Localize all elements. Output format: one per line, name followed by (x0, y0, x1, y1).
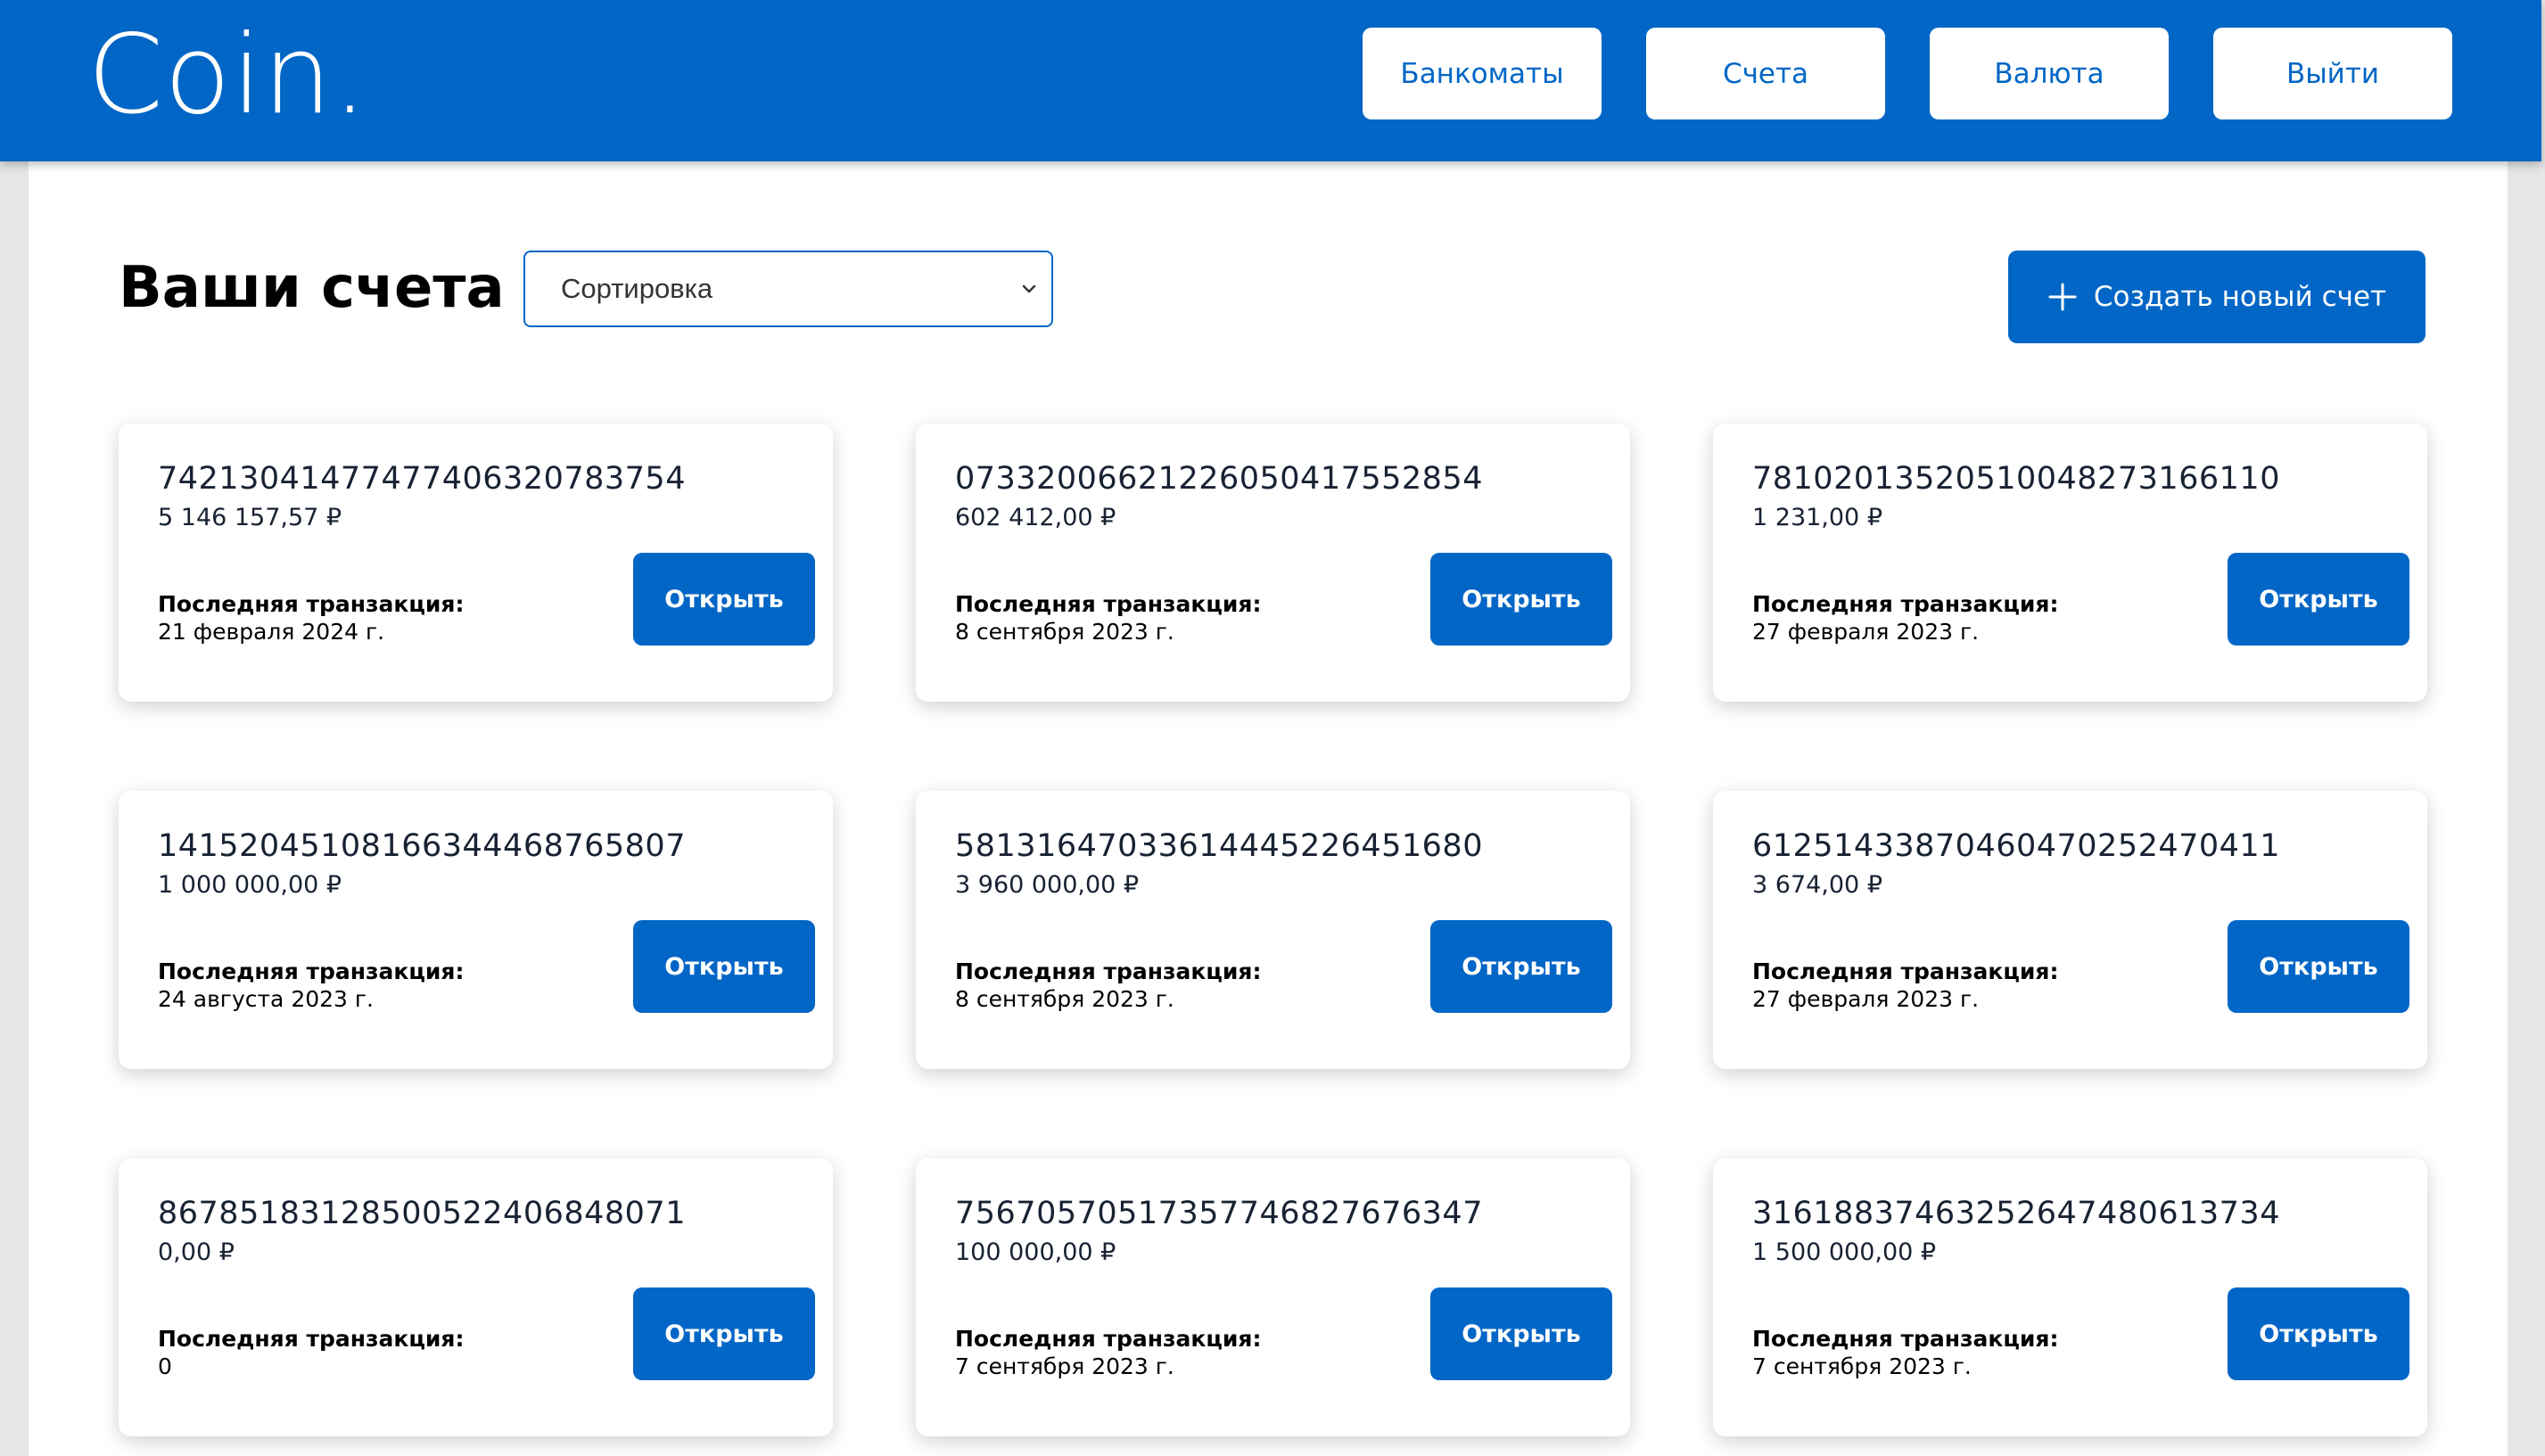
last-transaction-label: Последняя транзакция: (1752, 591, 2059, 617)
account-card: 31618837463252647480613734 1 500 000,00 … (1713, 1158, 2427, 1436)
last-transaction-date: 8 сентября 2023 г. (955, 619, 1174, 645)
open-account-button[interactable]: Открыть (633, 553, 815, 646)
account-balance: 1 231,00 ₽ (1752, 504, 1882, 531)
account-balance: 3 960 000,00 ₽ (955, 871, 1140, 899)
last-transaction-date: 0 (158, 1353, 172, 1379)
logo: Coin. (87, 12, 368, 138)
account-card: 78102013520510048273166110 1 231,00 ₽ По… (1713, 424, 2427, 702)
account-balance: 1 000 000,00 ₽ (158, 871, 342, 899)
account-balance: 0,00 ₽ (158, 1238, 235, 1266)
account-balance: 1 500 000,00 ₽ (1752, 1238, 1937, 1266)
top-header: Coin. Банкоматы Счета Валюта Выйти (0, 0, 2541, 161)
chevron-down-icon (1022, 284, 1036, 293)
account-number: 07332006621226050417552854 (955, 461, 1483, 497)
account-card: 14152045108166344468765807 1 000 000,00 … (119, 791, 833, 1069)
account-card: 74213041477477406320783754 5 146 157,57 … (119, 424, 833, 702)
open-account-button[interactable]: Открыть (2228, 553, 2409, 646)
last-transaction-label: Последняя транзакция: (1752, 958, 2059, 984)
last-transaction-date: 7 сентября 2023 г. (955, 1353, 1174, 1379)
open-account-button[interactable]: Открыть (1430, 553, 1612, 646)
open-account-button[interactable]: Открыть (633, 920, 815, 1013)
sort-select[interactable]: Сортировка (523, 251, 1053, 327)
last-transaction-label: Последняя транзакция: (955, 1326, 1262, 1352)
open-account-button[interactable]: Открыть (2228, 1287, 2409, 1380)
open-account-button[interactable]: Открыть (633, 1287, 815, 1380)
account-number: 61251433870460470252470411 (1752, 828, 2280, 864)
open-account-button[interactable]: Открыть (1430, 1287, 1612, 1380)
account-card: 07332006621226050417552854 602 412,00 ₽ … (916, 424, 1630, 702)
open-account-button[interactable]: Открыть (1430, 920, 1612, 1013)
page-title: Ваши счета (119, 255, 505, 321)
last-transaction-label: Последняя транзакция: (158, 591, 465, 617)
last-transaction-date: 27 февраля 2023 г. (1752, 986, 1980, 1012)
last-transaction-date: 8 сентября 2023 г. (955, 986, 1174, 1012)
account-card: 86785183128500522406848071 0,00 ₽ Послед… (119, 1158, 833, 1436)
account-balance: 5 146 157,57 ₽ (158, 504, 342, 531)
last-transaction-label: Последняя транзакция: (955, 591, 1262, 617)
account-number: 14152045108166344468765807 (158, 828, 686, 864)
sort-select-value: Сортировка (561, 273, 713, 304)
account-card: 75670570517357746827676347 100 000,00 ₽ … (916, 1158, 1630, 1436)
last-transaction-label: Последняя транзакция: (158, 1326, 465, 1352)
account-balance: 602 412,00 ₽ (955, 504, 1116, 531)
nav-accounts-button[interactable]: Счета (1646, 28, 1885, 119)
last-transaction-date: 24 августа 2023 г. (158, 986, 374, 1012)
account-balance: 3 674,00 ₽ (1752, 871, 1882, 899)
account-number: 74213041477477406320783754 (158, 461, 686, 497)
account-number: 58131647033614445226451680 (955, 828, 1483, 864)
last-transaction-label: Последняя транзакция: (955, 958, 1262, 984)
create-account-button[interactable]: Создать новый счет (2008, 251, 2426, 343)
account-number: 75670570517357746827676347 (955, 1196, 1483, 1231)
account-number: 31618837463252647480613734 (1752, 1196, 2280, 1231)
last-transaction-label: Последняя транзакция: (1752, 1326, 2059, 1352)
account-card: 58131647033614445226451680 3 960 000,00 … (916, 791, 1630, 1069)
nav-atms-button[interactable]: Банкоматы (1363, 28, 1602, 119)
account-number: 86785183128500522406848071 (158, 1196, 686, 1231)
last-transaction-date: 7 сентября 2023 г. (1752, 1353, 1972, 1379)
plus-icon (2048, 283, 2077, 311)
nav-currency-button[interactable]: Валюта (1930, 28, 2169, 119)
last-transaction-label: Последняя транзакция: (158, 958, 465, 984)
create-account-label: Создать новый счет (2093, 281, 2387, 313)
last-transaction-date: 27 февраля 2023 г. (1752, 619, 1980, 645)
logout-button[interactable]: Выйти (2213, 28, 2452, 119)
open-account-button[interactable]: Открыть (2228, 920, 2409, 1013)
account-card: 61251433870460470252470411 3 674,00 ₽ По… (1713, 791, 2427, 1069)
account-number: 78102013520510048273166110 (1752, 461, 2280, 497)
account-balance: 100 000,00 ₽ (955, 1238, 1116, 1266)
last-transaction-date: 21 февраля 2024 г. (158, 619, 385, 645)
